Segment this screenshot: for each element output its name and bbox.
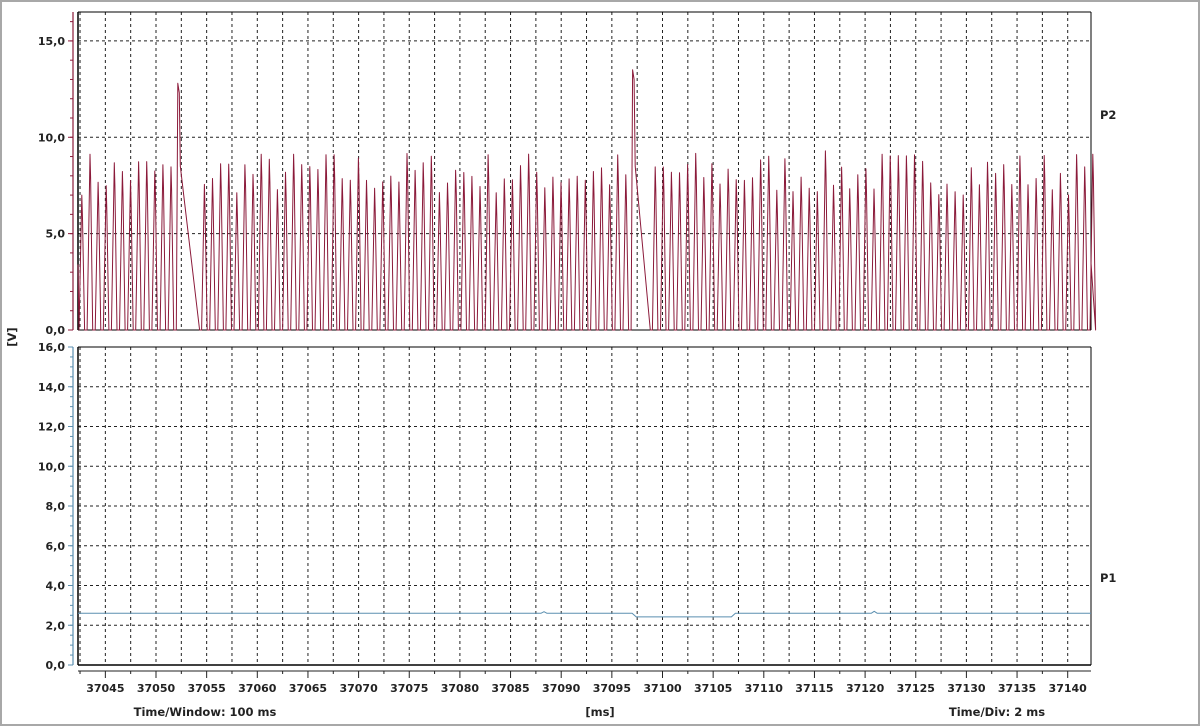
x-tick-label: 37045	[86, 682, 124, 695]
trace-p1	[78, 610, 1091, 618]
x-tick-label: 37100	[643, 682, 682, 695]
y-axis-unit-label: [V]	[5, 327, 19, 346]
time-window-label: Time/Window: 100 ms	[134, 705, 277, 719]
x-tick-label: 37120	[846, 682, 885, 695]
x-tick-label: 37060	[238, 682, 277, 695]
y-tick-label: 6,0	[46, 540, 66, 553]
x-tick-label: 37065	[289, 682, 327, 695]
axes: 0,0 5,0 10,0 15,0 0,0 2,0 4,0 6,0 8,0 10,0 12,0 14,…	[38, 11, 1092, 695]
oscilloscope-chart: 0,0 5,0 10,0 15,0 0,0 2,0 4,0 6,0 8,0 10,0 12,0 14,…	[5, 11, 1116, 719]
x-tick-label: 37125	[897, 682, 935, 695]
x-tick-label: 37105	[694, 682, 732, 695]
y-tick-label: 4,0	[46, 580, 66, 593]
y-tick-label: 14,0	[38, 381, 65, 394]
x-tick-label: 37115	[795, 682, 833, 695]
x-tick-label: 37055	[188, 682, 226, 695]
y-tick-label: 10,0	[38, 131, 65, 144]
y-tick-label: 15,0	[38, 35, 65, 48]
x-tick-label: 37085	[491, 682, 529, 695]
x-tick-label: 37070	[339, 682, 378, 695]
channel-label-p2: P2	[1100, 108, 1116, 122]
y-tick-label: 16,0	[38, 341, 65, 354]
time-div-label: Time/Div: 2 ms	[949, 705, 1045, 719]
y-tick-label: 12,0	[38, 421, 65, 434]
y-tick-label: 0,0	[46, 324, 66, 337]
x-tick-label: 37110	[745, 682, 784, 695]
x-tick-label: 37050	[137, 682, 176, 695]
y-tick-label: 5,0	[46, 228, 66, 241]
x-tick-label: 37095	[593, 682, 631, 695]
y-tick-label: 8,0	[46, 500, 66, 513]
x-tick-label: 37140	[1049, 682, 1088, 695]
x-tick-label: 37135	[998, 682, 1036, 695]
x-tick-label: 37075	[390, 682, 428, 695]
x-tick-label: 37080	[441, 682, 480, 695]
channel-label-p1: P1	[1100, 571, 1116, 585]
y-tick-label: 10,0	[38, 460, 65, 473]
y-tick-label: 0,0	[46, 659, 66, 672]
x-tick-label: 37130	[947, 682, 986, 695]
x-axis-unit-label: [ms]	[585, 705, 614, 719]
y-tick-label: 2,0	[46, 619, 66, 632]
grid	[78, 12, 1091, 665]
x-tick-label: 37090	[542, 682, 581, 695]
